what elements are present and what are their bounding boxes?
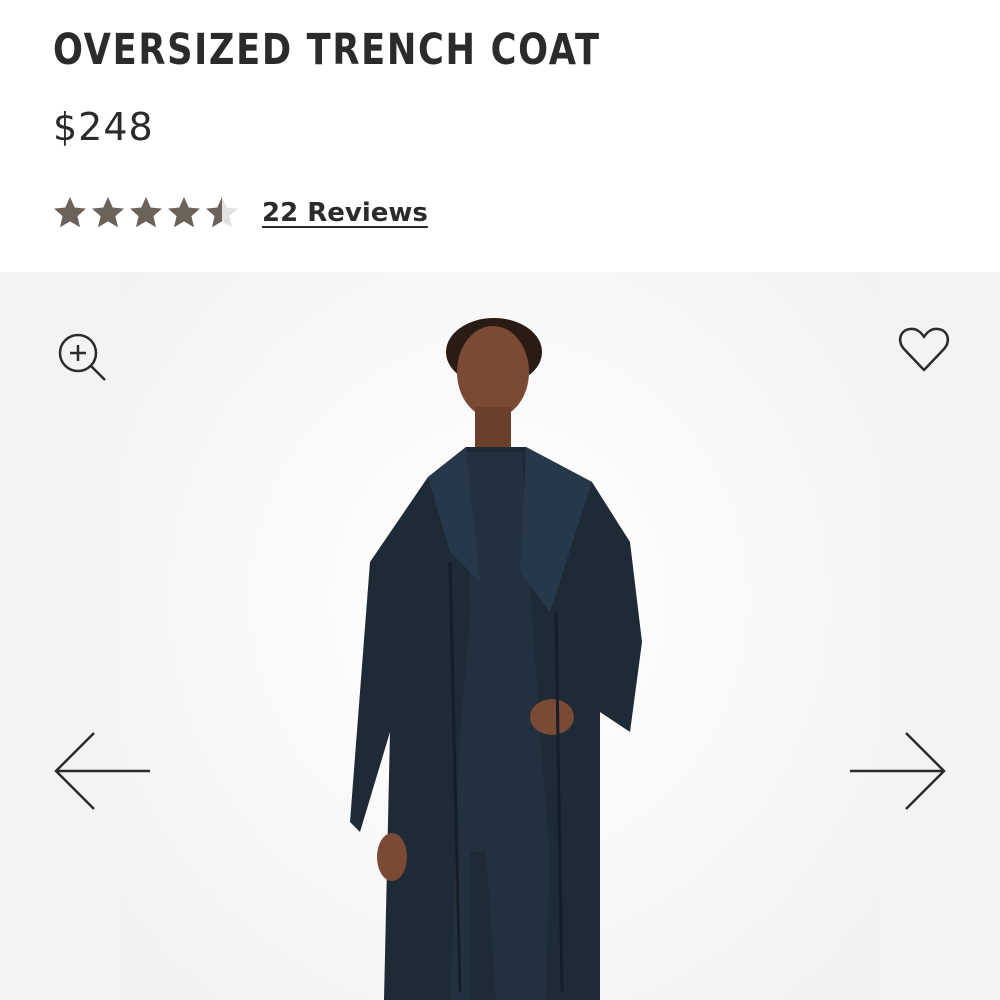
heart-icon[interactable] [896,324,952,376]
star-icon [52,195,88,231]
zoom-in-icon[interactable] [54,329,110,385]
reviews-link[interactable]: 22 Reviews [262,198,428,228]
star-icon [166,195,202,231]
star-rating [52,195,240,231]
rating-row: 22 Reviews [52,193,428,233]
product-title: OVERSIZED TRENCH COAT [53,25,601,75]
arrow-left-icon[interactable] [50,727,154,817]
arrow-right-icon[interactable] [846,727,950,817]
star-icon [90,195,126,231]
product-header: OVERSIZED TRENCH COAT $248 22 Reviews [0,0,1000,272]
star-icon [128,195,164,231]
product-price: $248 [53,105,154,149]
product-gallery [0,272,1000,1000]
star-icon [204,195,240,231]
product-photo [350,318,642,1000]
